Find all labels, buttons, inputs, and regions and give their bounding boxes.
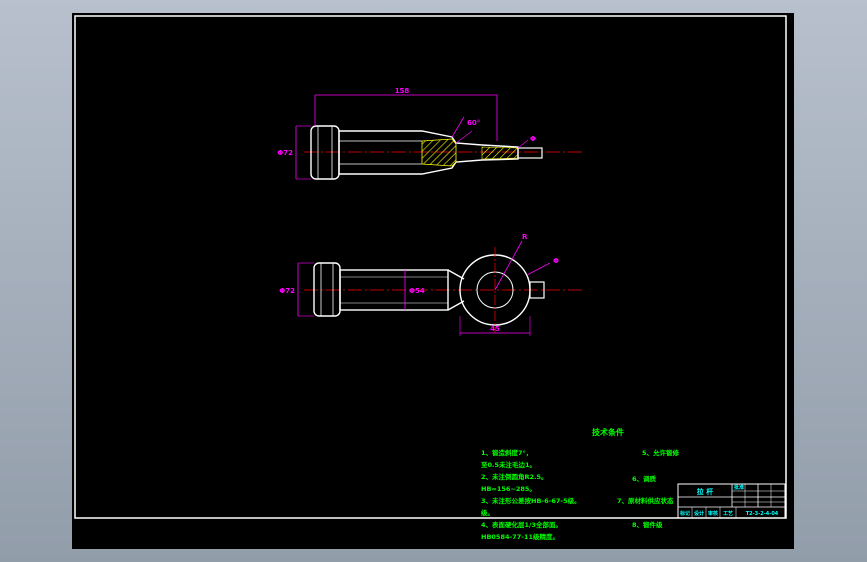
bottom-ball-dim: Φ [553,257,559,265]
bottom-shaft-dim: Φ54 [409,287,425,295]
title-row-5: 批准 [734,484,744,491]
title-row-2: 设计 [694,510,704,517]
bottom-width-dim: 45 [490,325,500,333]
note-left-5: 3、未注形公差按HB-6-67-5级。 [481,496,581,505]
top-tip-dim: Φ [530,135,536,143]
bottom-head [313,262,341,317]
note-left-3: 2、未注倒圆角R2.5。 [481,472,548,481]
title-row-1: 标记 [679,510,690,517]
title-name: 拉 杆 [697,487,713,496]
title-row-4: 工艺 [723,510,733,517]
top-length-dim: 158 [395,87,410,95]
note-right-4: 8、锻件级 [632,520,663,529]
drawing-frame [74,15,787,519]
bottom-head-dim: Φ72 [279,287,295,295]
title-row-3: 审核 [708,510,718,517]
top-section-hatch [421,138,457,167]
technical-notes: 技术条件 1、锻造斜度7°， 至0.5未注毛边1。 2、未注倒圆角R2.5。 H… [480,427,680,541]
note-right-3: 7、原材料供应状态 [617,496,674,505]
title-block: 拉 杆 标记 设计 审核 工艺 批准 T2-3-2-4-04 [677,483,786,519]
note-left-2: 至0.5未注毛边1。 [481,460,536,469]
notes-heading: 技术条件 [592,427,624,437]
note-left-1: 1、锻造斜度7°， [481,448,532,457]
note-left-7: 4、表面硬化层1/3全部面。 [481,520,562,529]
note-right-1: 5、允许锻修 [642,448,680,457]
title-drawing-number: T2-3-2-4-04 [746,511,779,517]
note-left-4: HB=156~285。 [481,485,536,493]
note-left-8: HB0584-77-11级精度。 [481,532,559,541]
note-right-2: 6、调质 [632,474,657,483]
bottom-view: Φ72 Φ54 R Φ 45 [279,233,582,336]
top-view: 158 Φ72 60° Φ [277,87,582,180]
top-tip [517,147,543,159]
drawing-viewport[interactable]: 158 Φ72 60° Φ Φ72 Φ54 R Φ 45 技术条件 1、锻造斜度… [72,13,794,549]
bottom-radius-dim: R [522,233,528,241]
top-head [310,125,340,180]
note-left-6: 级。 [480,508,494,517]
cad-drawing: 158 Φ72 60° Φ Φ72 Φ54 R Φ 45 技术条件 1、锻造斜度… [74,15,787,541]
top-angle-dim: 60° [467,119,480,127]
top-head-dim: Φ72 [277,149,293,157]
